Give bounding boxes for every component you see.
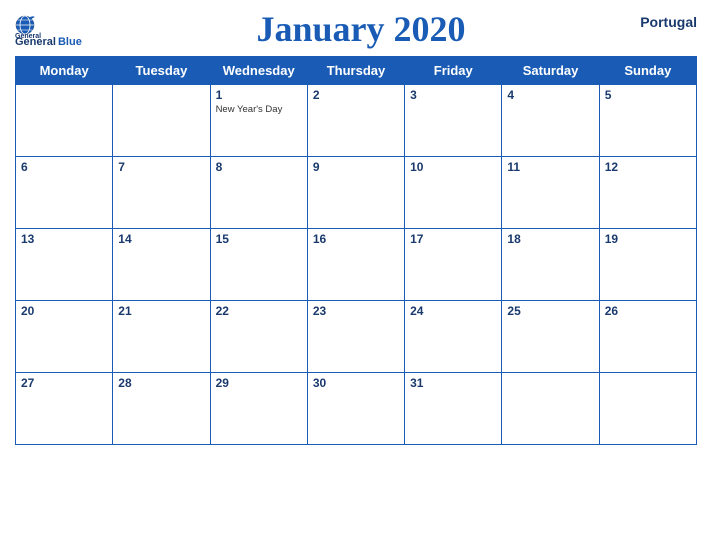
title-area: January 2020	[82, 10, 640, 50]
day-number: 9	[313, 160, 399, 174]
logo-general: General	[15, 36, 56, 48]
day-number: 14	[118, 232, 204, 246]
calendar-cell: 23	[307, 300, 404, 372]
calendar-cell: 12	[599, 156, 696, 228]
day-number: 2	[313, 88, 399, 102]
day-number: 6	[21, 160, 107, 174]
calendar-cell: 17	[405, 228, 502, 300]
day-number: 26	[605, 304, 691, 318]
day-number: 11	[507, 160, 593, 174]
logo-blue: Blue	[58, 36, 82, 48]
calendar-cell: 15	[210, 228, 307, 300]
calendar-cell: 14	[113, 228, 210, 300]
day-number: 22	[216, 304, 302, 318]
calendar-cell: 9	[307, 156, 404, 228]
week-row-4: 20 21 22 23 24 25 26	[16, 300, 697, 372]
day-number: 18	[507, 232, 593, 246]
weekday-header-friday: Friday	[405, 56, 502, 84]
weekday-header-thursday: Thursday	[307, 56, 404, 84]
holiday-label: New Year's Day	[216, 104, 302, 115]
weekday-header-saturday: Saturday	[502, 56, 599, 84]
week-row-3: 13 14 15 16 17 18 19	[16, 228, 697, 300]
weekday-header-monday: Monday	[16, 56, 113, 84]
day-number: 17	[410, 232, 496, 246]
week-row-1: 1 New Year's Day 2345	[16, 84, 697, 156]
calendar-cell: 1 New Year's Day	[210, 84, 307, 156]
calendar-cell	[502, 372, 599, 444]
day-number: 23	[313, 304, 399, 318]
calendar-cell: 22	[210, 300, 307, 372]
day-number: 8	[216, 160, 302, 174]
calendar-cell: 3	[405, 84, 502, 156]
day-number: 3	[410, 88, 496, 102]
day-number: 24	[410, 304, 496, 318]
country-label: Portugal	[640, 10, 697, 30]
calendar-cell: 29	[210, 372, 307, 444]
calendar-cell: 27	[16, 372, 113, 444]
calendar-header: General General Blue January 2020 Portug…	[15, 10, 697, 50]
day-number: 27	[21, 376, 107, 390]
day-number: 29	[216, 376, 302, 390]
calendar-cell: 21	[113, 300, 210, 372]
calendar-table: MondayTuesdayWednesdayThursdayFridaySatu…	[15, 56, 697, 445]
calendar-container: General General Blue January 2020 Portug…	[0, 0, 712, 550]
calendar-cell: 10	[405, 156, 502, 228]
day-number: 5	[605, 88, 691, 102]
day-number: 1	[216, 88, 302, 102]
day-number: 31	[410, 376, 496, 390]
day-number: 4	[507, 88, 593, 102]
calendar-cell: 28	[113, 372, 210, 444]
calendar-cell: 4	[502, 84, 599, 156]
day-number: 16	[313, 232, 399, 246]
calendar-cell: 26	[599, 300, 696, 372]
calendar-cell	[16, 84, 113, 156]
calendar-cell: 24	[405, 300, 502, 372]
weekday-header-tuesday: Tuesday	[113, 56, 210, 84]
week-row-2: 6789 10 11 12	[16, 156, 697, 228]
day-number: 13	[21, 232, 107, 246]
week-row-5: 27 28 29 30 31	[16, 372, 697, 444]
day-number: 20	[21, 304, 107, 318]
weekday-header-row: MondayTuesdayWednesdayThursdayFridaySatu…	[16, 56, 697, 84]
calendar-cell: 2	[307, 84, 404, 156]
calendar-cell	[599, 372, 696, 444]
day-number: 19	[605, 232, 691, 246]
calendar-cell: 11	[502, 156, 599, 228]
weekday-header-sunday: Sunday	[599, 56, 696, 84]
calendar-cell: 7	[113, 156, 210, 228]
weekday-header-wednesday: Wednesday	[210, 56, 307, 84]
day-number: 28	[118, 376, 204, 390]
calendar-cell: 30	[307, 372, 404, 444]
calendar-cell: 20	[16, 300, 113, 372]
day-number: 10	[410, 160, 496, 174]
day-number: 15	[216, 232, 302, 246]
day-number: 7	[118, 160, 204, 174]
calendar-cell	[113, 84, 210, 156]
calendar-cell: 18	[502, 228, 599, 300]
calendar-cell: 8	[210, 156, 307, 228]
calendar-cell: 25	[502, 300, 599, 372]
calendar-cell: 16	[307, 228, 404, 300]
calendar-cell: 13	[16, 228, 113, 300]
calendar-title: January 2020	[82, 10, 640, 50]
calendar-cell: 6	[16, 156, 113, 228]
calendar-cell: 31	[405, 372, 502, 444]
day-number: 25	[507, 304, 593, 318]
day-number: 21	[118, 304, 204, 318]
calendar-cell: 5	[599, 84, 696, 156]
logo-area: General General Blue	[15, 10, 82, 48]
calendar-cell: 19	[599, 228, 696, 300]
day-number: 12	[605, 160, 691, 174]
day-number: 30	[313, 376, 399, 390]
